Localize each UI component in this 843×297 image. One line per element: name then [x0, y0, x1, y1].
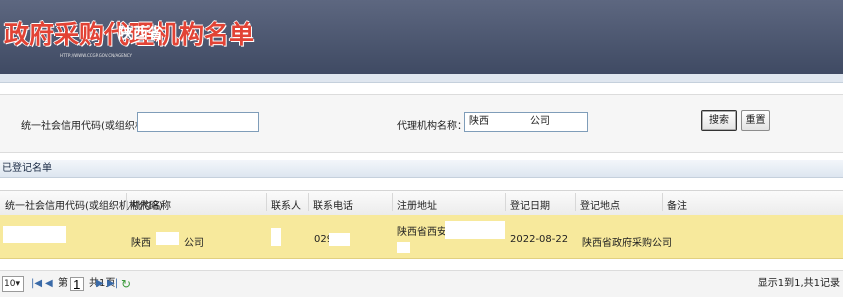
- column-divider: [126, 193, 127, 211]
- first-page-icon[interactable]: |◀: [31, 276, 42, 292]
- grid-title: 已登记名单: [0, 160, 843, 178]
- pagination-bar: 10▾ |◀ ◀ 第 共1页 ▶ ▶| ↻ 显示1到1,共1记录: [0, 270, 843, 297]
- column-divider: [266, 193, 267, 211]
- column-divider: [662, 193, 663, 211]
- table-row[interactable]: 陕西 公司 029 陕西省西安市高新区 2022-08-22 陕西省政府采购公司: [0, 215, 843, 259]
- chevron-down-icon: ▾: [15, 279, 20, 289]
- column-divider: [505, 193, 506, 211]
- column-header-location[interactable]: 登记地点: [580, 197, 620, 212]
- column-divider: [392, 193, 393, 211]
- site-url: HTTP://WWW.CCGP.GOV.CN/AGENCY: [60, 53, 132, 58]
- column-header-remark[interactable]: 备注: [667, 197, 687, 212]
- current-page-input[interactable]: [70, 277, 84, 291]
- column-header-name[interactable]: 机构名称: [131, 197, 171, 212]
- row-date: 2022-08-22: [510, 234, 569, 245]
- search-panel: 统一社会信用代码(或组织机构代码)： 代理机构名称： 陕西 公司 搜索 重置: [0, 94, 843, 153]
- row-name-suffix: 公司: [184, 238, 204, 249]
- next-page-icon[interactable]: ▶: [96, 276, 104, 292]
- search-button[interactable]: 搜索: [701, 110, 737, 131]
- redacted-address: [445, 221, 505, 239]
- previous-page-icon[interactable]: ◀: [45, 276, 53, 292]
- row-location: 陕西省政府采购公司: [582, 238, 672, 249]
- page-prefix-label: 第: [58, 278, 68, 289]
- redacted-address-line2: [397, 242, 410, 253]
- header-divider-band: [0, 74, 843, 83]
- page-size-select[interactable]: 10▾: [2, 276, 24, 292]
- page-size-value: 10: [4, 279, 16, 289]
- last-page-icon[interactable]: ▶|: [107, 276, 118, 292]
- agency-name-label: 代理机构名称：: [397, 121, 467, 132]
- row-name-prefix: 陕西: [131, 238, 151, 249]
- redacted-phone: [329, 233, 350, 246]
- refresh-icon[interactable]: ↻: [121, 276, 131, 292]
- credit-code-input[interactable]: [137, 112, 259, 132]
- agency-name-prefix: 陕西: [469, 116, 489, 127]
- column-header-contact[interactable]: 联系人: [271, 197, 301, 212]
- record-summary: 显示1到1,共1记录: [757, 278, 840, 289]
- redacted-contact: [271, 228, 281, 246]
- reset-button[interactable]: 重置: [741, 110, 770, 131]
- column-header-phone[interactable]: 联系电话: [313, 197, 353, 212]
- agency-name-suffix: 公司: [530, 116, 550, 127]
- column-divider: [575, 193, 576, 211]
- province-label: 陕西省: [118, 24, 164, 42]
- column-header-date[interactable]: 登记日期: [510, 197, 550, 212]
- redacted-name: [156, 232, 179, 245]
- agency-name-input[interactable]: 陕西 公司: [464, 112, 588, 132]
- column-header-address[interactable]: 注册地址: [397, 197, 437, 212]
- header-banner: 政府采购代理机构名单 陕西省 HTTP://WWW.CCGP.GOV.CN/AG…: [0, 0, 843, 74]
- redacted-credit-code: [3, 226, 66, 243]
- column-divider: [308, 193, 309, 211]
